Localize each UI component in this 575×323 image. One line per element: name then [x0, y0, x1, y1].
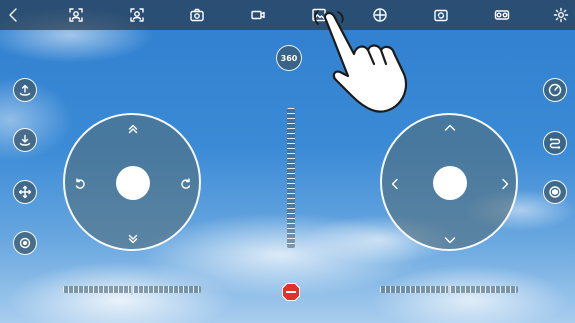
right-joystick[interactable] [380, 113, 518, 251]
rotate-right-icon [179, 176, 193, 190]
gesture-video-button[interactable] [127, 5, 147, 25]
vertical-trim-slider[interactable] [287, 108, 295, 248]
video-camera-icon [251, 10, 265, 20]
gravity-button[interactable] [543, 180, 567, 204]
chevron-up-icon [443, 120, 457, 134]
speedometer-icon [548, 83, 562, 97]
left-joystick[interactable] [63, 113, 201, 251]
move-button[interactable] [13, 180, 37, 204]
chevron-left-icon [388, 176, 402, 190]
calibrate-button[interactable] [13, 231, 37, 255]
gear-icon [553, 7, 569, 23]
back-button[interactable] [4, 5, 24, 25]
takeoff-button[interactable] [13, 78, 37, 102]
face-frame-icon [130, 8, 144, 22]
top-toolbar [0, 0, 575, 30]
takeoff-icon [19, 84, 31, 96]
gravity-sensor-icon [549, 186, 561, 198]
right-joystick-knob[interactable] [433, 166, 467, 200]
speed-button[interactable] [543, 78, 567, 102]
vr-glasses-icon [494, 10, 510, 20]
move-arrows-icon [18, 185, 32, 199]
gesture-photo-button[interactable] [66, 5, 86, 25]
right-trim-indicator [448, 284, 450, 295]
right-trim-slider[interactable] [380, 284, 518, 295]
left-trim-indicator [131, 284, 133, 295]
land-button[interactable] [13, 128, 37, 152]
camera-icon [190, 8, 204, 22]
left-trim-slider[interactable] [63, 284, 201, 295]
route-button[interactable] [543, 131, 567, 155]
face-frame-icon [69, 8, 83, 22]
emergency-stop-button[interactable] [281, 282, 301, 302]
rotate-camera-icon [434, 9, 448, 22]
chevron-double-down-icon [126, 231, 140, 245]
land-icon [19, 134, 31, 146]
chevron-right-icon [498, 176, 512, 190]
photo-button[interactable] [187, 5, 207, 25]
flip-360-label: 360 [280, 53, 298, 63]
left-joystick-knob[interactable] [116, 166, 150, 200]
settings-button[interactable] [551, 5, 571, 25]
chevron-down-icon [443, 232, 457, 246]
rotate-left-icon [73, 176, 87, 190]
camera-feed: 360 [0, 0, 575, 323]
chevron-left-icon [9, 8, 17, 22]
chevron-double-up-icon [126, 121, 140, 135]
route-icon [549, 138, 561, 149]
target-icon [19, 237, 31, 249]
video-button[interactable] [248, 5, 268, 25]
vr-mode-button[interactable] [492, 5, 512, 25]
tap-hand-icon [314, 10, 408, 113]
flip-360-button[interactable]: 360 [276, 45, 302, 71]
switch-camera-button[interactable] [431, 5, 451, 25]
